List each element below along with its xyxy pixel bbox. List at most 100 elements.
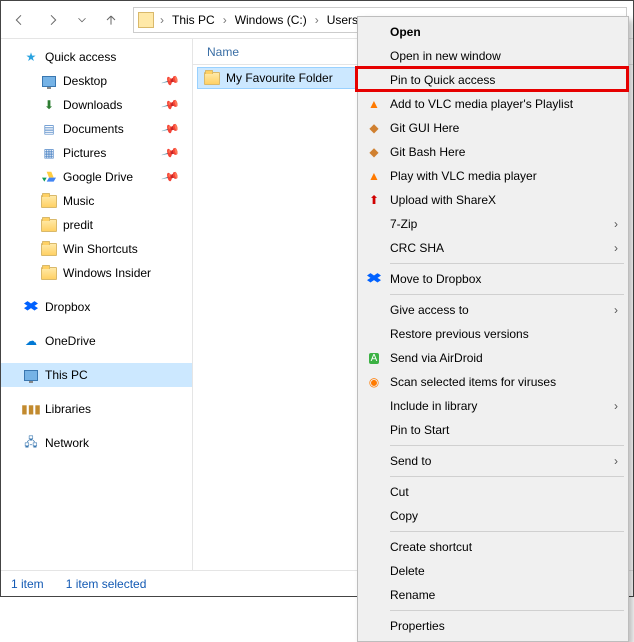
sidebar-item-network[interactable]: 🖧 Network [1,431,192,455]
nav-label: Windows Insider [63,266,151,280]
context-menu-separator [390,445,624,446]
nav-label: This PC [45,368,88,382]
star-icon: ★ [23,49,39,65]
sidebar-item-this-pc[interactable]: This PC [1,363,192,387]
downloads-icon: ⬇ [41,97,57,113]
pin-icon: 📌 [161,143,181,163]
context-menu-label: Upload with ShareX [390,193,496,207]
sidebar-item-documents[interactable]: ▤ Documents 📌 [1,117,192,141]
nav-label: Google Drive [63,170,133,184]
chevron-right-icon: › [614,303,618,317]
context-menu-item[interactable]: Create shortcut [360,535,626,559]
sidebar-item-downloads[interactable]: ⬇ Downloads 📌 [1,93,192,117]
context-menu-separator [390,476,624,477]
chevron-right-icon: › [614,241,618,255]
quick-access[interactable]: ★ Quick access [1,45,192,69]
folder-icon [41,241,57,257]
breadcrumb-item[interactable]: Windows (C:) [231,13,311,27]
back-button[interactable] [7,8,31,32]
pin-icon: 📌 [161,71,181,91]
context-menu-item[interactable]: Restore previous versions [360,322,626,346]
explorer-window: › This PC › Windows (C:) › Users › ★ Qui… [0,0,634,597]
context-menu-separator [390,610,624,611]
nav-label: predit [63,218,93,232]
folder-icon [41,265,57,281]
sidebar-item-google-drive[interactable]: Google Drive 📌 [1,165,192,189]
context-menu-item[interactable]: ◆Git Bash Here [360,140,626,164]
context-menu-item[interactable]: ▲Add to VLC media player's Playlist [360,92,626,116]
context-menu-label: Play with VLC media player [390,169,537,183]
pin-icon: 📌 [161,167,181,187]
folder-icon [41,217,57,233]
vlc-icon: ▲ [366,168,382,184]
context-menu-item[interactable]: ◆Git GUI Here [360,116,626,140]
sidebar-item-onedrive[interactable]: ☁ OneDrive [1,329,192,353]
context-menu-label: Git Bash Here [390,145,465,159]
context-menu: Open Open in new window Pin to Quick acces… [357,16,629,642]
chevron-right-icon[interactable]: › [313,13,321,27]
context-menu-item[interactable]: Include in library› [360,394,626,418]
context-menu-label: Pin to Quick access [390,73,495,87]
pictures-icon: ▦ [41,145,57,161]
sidebar-item-music[interactable]: Music [1,189,192,213]
context-menu-label: Restore previous versions [390,327,529,341]
chevron-right-icon: › [614,217,618,231]
sidebar-item-windows-insider[interactable]: Windows Insider [1,261,192,285]
sidebar-item-libraries[interactable]: ▮▮▮ Libraries [1,397,192,421]
chevron-right-icon[interactable]: › [221,13,229,27]
folder-icon [204,70,220,86]
context-menu-item[interactable]: 7-Zip› [360,212,626,236]
context-menu-label: Send via AirDroid [390,351,483,365]
nav-label: Desktop [63,74,107,88]
context-menu-item[interactable]: Open in new window [360,44,626,68]
context-menu-item[interactable]: Delete [360,559,626,583]
status-selected: 1 item selected [66,577,147,591]
dropbox-icon [23,299,39,315]
breadcrumb-root[interactable]: This PC [168,13,219,27]
context-menu-item[interactable]: Cut [360,480,626,504]
nav-label: Music [63,194,94,208]
folder-icon [41,193,57,209]
nav-label: Win Shortcuts [63,242,138,256]
context-menu-item[interactable]: ⬆ Upload with ShareX [360,188,626,212]
nav-label: OneDrive [45,334,96,348]
context-menu-label: Open in new window [390,49,501,63]
context-menu-item[interactable]: Copy [360,504,626,528]
documents-icon: ▤ [41,121,57,137]
status-count: 1 item [11,577,44,591]
nav-label: Network [45,436,89,450]
context-menu-label: Properties [390,619,445,633]
sidebar-item-dropbox[interactable]: Dropbox [1,295,192,319]
desktop-icon [41,73,57,89]
git-icon: ◆ [366,120,382,136]
context-menu-label: Scan selected items for viruses [390,375,556,389]
sidebar-item-predit[interactable]: predit [1,213,192,237]
onedrive-icon: ☁ [23,333,39,349]
context-menu-item[interactable]: Rename [360,583,626,607]
context-menu-label: Send to [390,454,431,468]
context-menu-item[interactable]: Pin to Quick access [360,68,626,92]
context-menu-label: Include in library [390,399,477,413]
folder-icon [138,12,154,28]
sharex-icon: ⬆ [366,192,382,208]
sidebar-item-pictures[interactable]: ▦ Pictures 📌 [1,141,192,165]
chevron-right-icon[interactable]: › [158,13,166,27]
context-menu-item[interactable]: ASend via AirDroid [360,346,626,370]
forward-button[interactable] [41,8,65,32]
sidebar-item-desktop[interactable]: Desktop 📌 [1,69,192,93]
context-menu-item[interactable]: Give access to› [360,298,626,322]
context-menu-item[interactable]: Move to Dropbox [360,267,626,291]
up-button[interactable] [99,8,123,32]
context-menu-item[interactable]: Send to› [360,449,626,473]
context-menu-label: Move to Dropbox [390,272,481,286]
pin-icon: 📌 [161,95,181,115]
vlc-icon: ▲ [366,96,382,112]
context-menu-item[interactable]: CRC SHA› [360,236,626,260]
context-menu-item[interactable]: ▲ Play with VLC media player [360,164,626,188]
recent-dropdown[interactable] [75,8,89,32]
context-menu-item[interactable]: Open [360,20,626,44]
sidebar-item-win-shortcuts[interactable]: Win Shortcuts [1,237,192,261]
context-menu-item[interactable]: ◉Scan selected items for viruses [360,370,626,394]
context-menu-item[interactable]: Pin to Start [360,418,626,442]
context-menu-item[interactable]: Properties [360,614,626,638]
